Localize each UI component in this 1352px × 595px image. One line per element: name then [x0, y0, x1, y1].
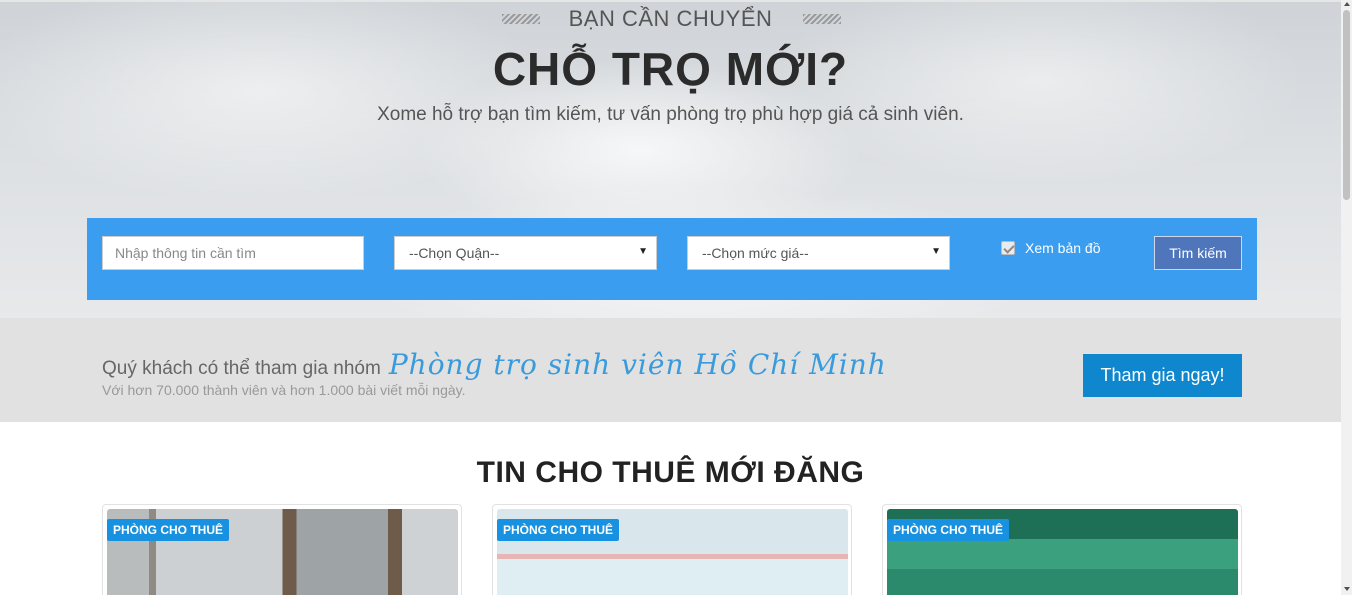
listing-card[interactable]: PHÒNG CHO THUÊ	[492, 504, 852, 595]
scroll-up-icon[interactable]	[1344, 2, 1350, 6]
search-input[interactable]	[102, 236, 364, 270]
join-text: Quý khách có thể tham gia nhóm Phòng trọ…	[102, 348, 887, 381]
search-button[interactable]: Tìm kiếm	[1154, 236, 1242, 270]
vertical-scrollbar[interactable]	[1341, 0, 1352, 595]
listings-title: TIN CHO THUÊ MỚI ĐĂNG	[476, 456, 865, 489]
page: BẠN CẦN CHUYỂN CHỖ TRỌ MỚI? Xome hỗ trợ …	[0, 0, 1352, 595]
join-subtext: Với hơn 70.000 thành viên và hơn 1.000 b…	[102, 382, 466, 398]
top-divider	[0, 0, 1341, 2]
search-bar: --Chọn Quận-- ▼ --Chọn mức giá-- ▼ Xem b…	[87, 218, 1257, 300]
scroll-thumb[interactable]	[1343, 10, 1350, 200]
view-map-toggle[interactable]: Xem bản đồ	[1001, 240, 1101, 256]
join-lead: Quý khách có thể tham gia nhóm	[102, 358, 381, 379]
price-select[interactable]: --Chọn mức giá-- ▼	[687, 236, 950, 270]
listing-badge: PHÒNG CHO THUÊ	[497, 519, 620, 541]
chevron-down-icon: ▼	[638, 246, 648, 257]
listing-badge: PHÒNG CHO THUÊ	[887, 519, 1010, 541]
chevron-down-icon: ▼	[931, 246, 941, 257]
hero-banner: BẠN CẦN CHUYỂN CHỖ TRỌ MỚI? Xome hỗ trợ …	[0, 0, 1341, 318]
listing-badge: PHÒNG CHO THUÊ	[107, 519, 230, 541]
district-select-value: --Chọn Quận--	[409, 245, 500, 261]
group-name-link[interactable]: Phòng trọ sinh viên Hồ Chí Minh	[389, 348, 887, 381]
district-select[interactable]: --Chọn Quận-- ▼	[394, 236, 657, 270]
view-map-checkbox[interactable]	[1001, 241, 1015, 255]
join-group-banner: Quý khách có thể tham gia nhóm Phòng trọ…	[0, 318, 1341, 422]
price-select-value: --Chọn mức giá--	[702, 245, 809, 261]
listing-card[interactable]: PHÒNG CHO THUÊ	[102, 504, 462, 595]
hero-subline: Xome hỗ trợ bạn tìm kiếm, tư vấn phòng t…	[377, 104, 964, 125]
join-now-button[interactable]: Tham gia ngay!	[1083, 354, 1242, 397]
scroll-down-icon[interactable]	[1344, 587, 1350, 591]
hero-headline: CHỖ TRỌ MỚI?	[492, 43, 849, 95]
listing-card[interactable]: PHÒNG CHO THUÊ	[882, 504, 1242, 595]
view-map-label: Xem bản đồ	[1025, 240, 1101, 256]
hero-eyebrow: BẠN CẦN CHUYỂN	[568, 6, 773, 31]
